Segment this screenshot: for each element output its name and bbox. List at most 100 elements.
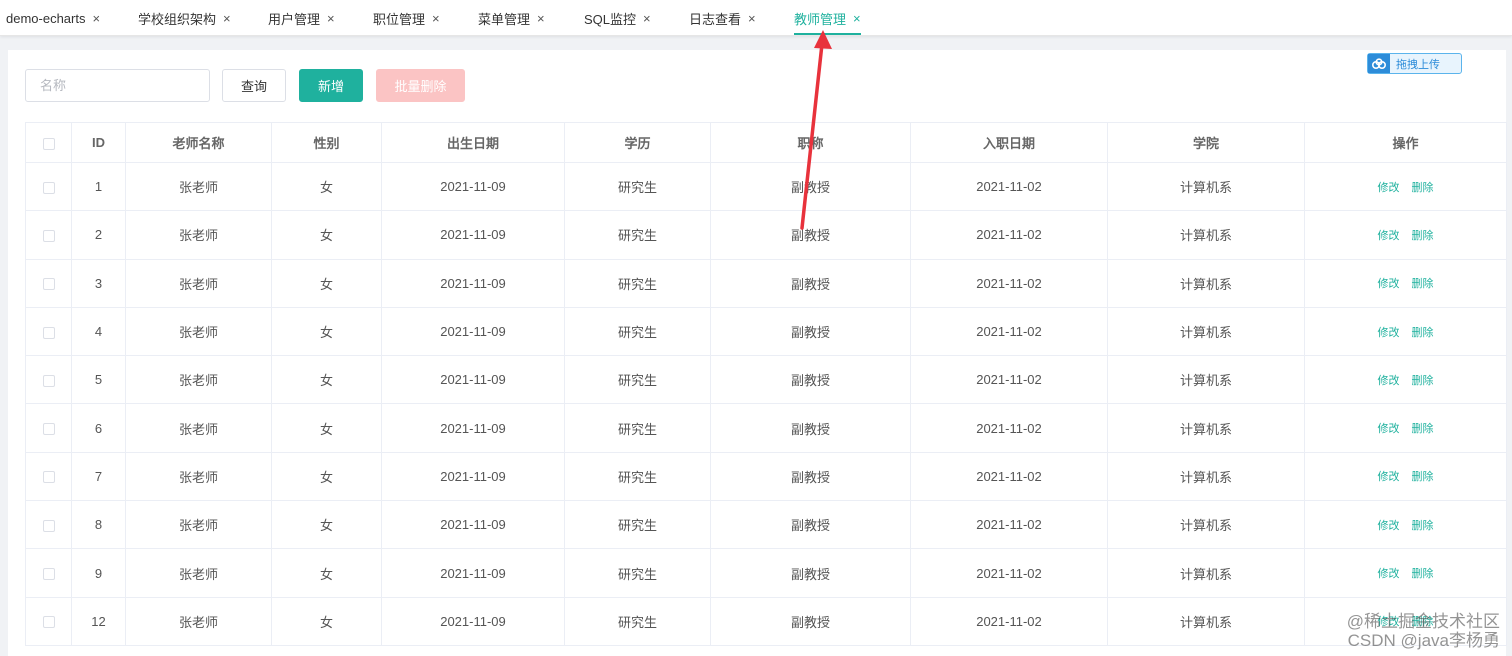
cell-select[interactable] — [25, 306, 72, 357]
tab-school-org[interactable]: 学校组织架构 × — [138, 0, 231, 36]
cell-select[interactable] — [25, 451, 72, 502]
tab-demo-echarts[interactable]: demo-echarts × — [6, 0, 100, 36]
close-icon[interactable]: × — [92, 11, 100, 26]
table-row: 3 张老师女 2021-11-09 研究生 副教授 2021-11-02 计算机系 修改 删除 — [25, 258, 1507, 308]
edit-link[interactable]: 修改 — [1378, 230, 1400, 242]
cell-id: 3 — [71, 258, 126, 308]
watermark-line1: @稀土掘金技术社区 — [1346, 612, 1500, 631]
cell-title: 副教授 — [710, 210, 911, 260]
tab-user-management[interactable]: 用户管理 × — [268, 0, 335, 36]
close-icon[interactable]: × — [537, 11, 545, 26]
cell-college: 计算机系 — [1107, 500, 1305, 550]
cell-gender: 女 — [271, 161, 382, 212]
delete-link[interactable]: 删除 — [1412, 520, 1434, 532]
cell-birth-date: 2021-11-09 — [381, 500, 565, 550]
cell-college: 计算机系 — [1107, 451, 1305, 502]
header-select-all[interactable] — [25, 122, 72, 163]
cell-college: 计算机系 — [1107, 403, 1305, 453]
cell-birth-date: 2021-11-09 — [381, 161, 565, 212]
cell-select[interactable] — [25, 500, 72, 550]
edit-link[interactable]: 修改 — [1378, 375, 1400, 387]
header-id: ID — [71, 122, 126, 163]
edit-link[interactable]: 修改 — [1378, 327, 1400, 339]
cell-actions: 修改 删除 — [1304, 355, 1507, 405]
row-checkbox[interactable] — [42, 278, 55, 291]
delete-link[interactable]: 删除 — [1412, 568, 1434, 580]
delete-link[interactable]: 删除 — [1412, 375, 1434, 387]
edit-link[interactable]: 修改 — [1378, 471, 1400, 483]
cell-id: 4 — [71, 306, 126, 357]
tab-label: 菜单管理 — [478, 11, 531, 27]
delete-link[interactable]: 删除 — [1412, 230, 1434, 242]
header-education: 学历 — [564, 122, 711, 163]
close-icon[interactable]: × — [327, 11, 335, 26]
tab-teacher-management[interactable]: 教师管理 × — [794, 0, 861, 36]
delete-link[interactable]: 删除 — [1412, 471, 1434, 483]
cell-select[interactable] — [25, 161, 72, 212]
add-button[interactable]: 新增 — [299, 69, 363, 102]
table-row: 6 张老师女 2021-11-09 研究生 副教授 2021-11-02 计算机系 修改 删除 — [25, 403, 1507, 453]
row-checkbox[interactable] — [42, 181, 55, 194]
delete-link[interactable]: 删除 — [1412, 327, 1434, 339]
cell-hire-date: 2021-11-02 — [910, 210, 1108, 260]
cell-select[interactable] — [25, 403, 72, 453]
tab-label: 日志查看 — [689, 11, 742, 27]
row-checkbox[interactable] — [42, 374, 55, 387]
close-icon[interactable]: × — [223, 11, 231, 26]
search-input[interactable] — [25, 69, 210, 102]
delete-link[interactable]: 删除 — [1412, 423, 1434, 435]
cell-select[interactable] — [25, 596, 72, 646]
edit-link[interactable]: 修改 — [1378, 423, 1400, 435]
cell-select[interactable] — [25, 210, 72, 260]
cell-select[interactable] — [25, 548, 72, 598]
table-header-row: ID 老师名称 性别 出生日期 学历 职称 入职日期 学院 操作 — [25, 122, 1507, 163]
row-checkbox[interactable] — [42, 616, 55, 629]
row-checkbox[interactable] — [42, 230, 55, 242]
edit-link[interactable]: 修改 — [1378, 182, 1400, 194]
cell-hire-date: 2021-11-02 — [910, 403, 1108, 453]
cell-hire-date: 2021-11-02 — [910, 500, 1108, 550]
delete-link[interactable]: 删除 — [1412, 182, 1434, 194]
row-checkbox[interactable] — [42, 519, 55, 532]
drag-upload-button[interactable]: 拖拽上传 — [1367, 53, 1462, 74]
cell-teacher-name: 张老师 — [125, 451, 272, 502]
cell-teacher-name: 张老师 — [125, 306, 272, 357]
cell-title: 副教授 — [710, 548, 911, 598]
batch-delete-button[interactable]: 批量删除 — [376, 69, 465, 102]
cell-birth-date: 2021-11-09 — [381, 403, 565, 453]
edit-link[interactable]: 修改 — [1378, 520, 1400, 532]
query-button[interactable]: 查询 — [222, 69, 286, 102]
cell-title: 副教授 — [710, 403, 911, 453]
cell-select[interactable] — [25, 258, 72, 308]
tab-menu-management[interactable]: 菜单管理 × — [478, 0, 545, 36]
close-icon[interactable]: × — [643, 11, 651, 26]
delete-link[interactable]: 删除 — [1412, 278, 1434, 290]
row-checkbox[interactable] — [42, 423, 55, 436]
cell-hire-date: 2021-11-02 — [910, 258, 1108, 308]
row-checkbox[interactable] — [42, 471, 55, 484]
cell-education: 研究生 — [564, 258, 711, 308]
cell-education: 研究生 — [564, 451, 711, 502]
cell-gender: 女 — [271, 403, 382, 453]
tab-sql-monitor[interactable]: SQL监控 × — [584, 0, 651, 36]
cell-id: 6 — [71, 403, 126, 453]
cell-teacher-name: 张老师 — [125, 258, 272, 308]
select-all-checkbox[interactable] — [42, 137, 55, 150]
row-checkbox[interactable] — [42, 568, 55, 581]
edit-link[interactable]: 修改 — [1378, 568, 1400, 580]
close-icon[interactable]: × — [432, 11, 440, 26]
tab-log-view[interactable]: 日志查看 × — [689, 0, 756, 36]
tab-bar: demo-echarts × 学校组织架构 × 用户管理 × 职位管理 × 菜单… — [0, 0, 1512, 36]
cell-college: 计算机系 — [1107, 161, 1305, 212]
header-hire-date: 入职日期 — [910, 122, 1108, 163]
close-icon[interactable]: × — [853, 11, 861, 26]
tab-position-management[interactable]: 职位管理 × — [373, 0, 440, 36]
row-checkbox[interactable] — [42, 326, 55, 339]
upload-label: 拖拽上传 — [1396, 58, 1440, 71]
tab-label: 学校组织架构 — [138, 11, 217, 27]
edit-link[interactable]: 修改 — [1378, 278, 1400, 290]
cell-education: 研究生 — [564, 548, 711, 598]
close-icon[interactable]: × — [748, 11, 756, 26]
main-panel: 查询 新增 批量删除 拖拽上传 ID 老师名称 性别 出生日期 学历 — [8, 50, 1507, 656]
cell-select[interactable] — [25, 355, 72, 405]
